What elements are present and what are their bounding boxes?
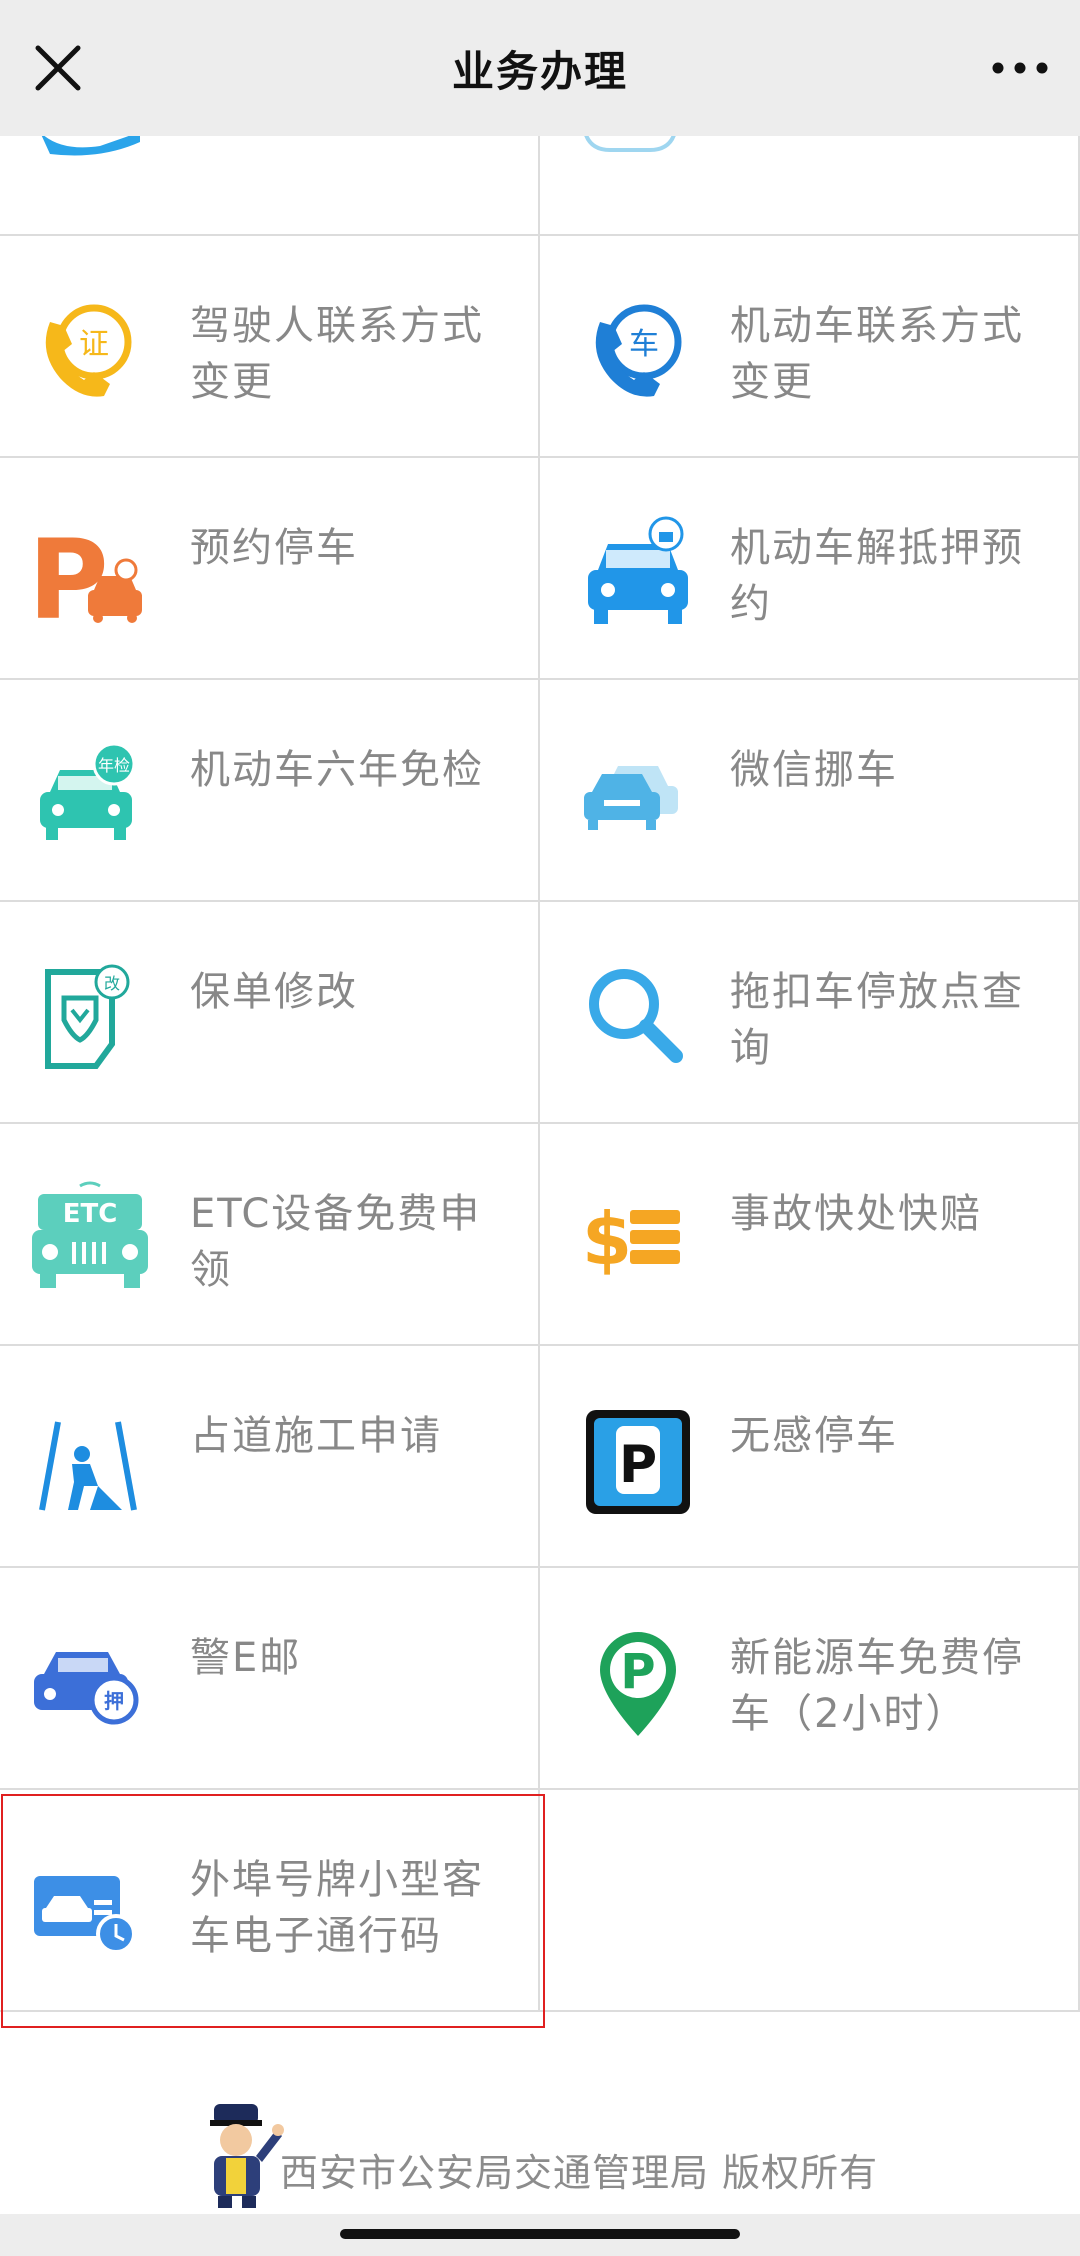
grid-item-label: 警E邮 bbox=[190, 1635, 302, 1681]
grid-item-label: 机动车六年免检 bbox=[190, 747, 484, 793]
dollar-icon: $ bbox=[582, 1197, 680, 1281]
grid-item-label: 占道施工申请 bbox=[190, 1413, 442, 1459]
grid-item-wechat-move-car[interactable]: 微信挪车 bbox=[540, 680, 1080, 902]
grid-item-label: 驾驶人联系方式变更 bbox=[190, 303, 484, 405]
car-outline-icon bbox=[584, 136, 676, 152]
grid-cell-empty bbox=[540, 1790, 1080, 2012]
grid-cell-partial-right[interactable] bbox=[540, 136, 1080, 236]
grid-item-police-mail[interactable]: 押 警E邮 bbox=[0, 1568, 540, 1790]
car-mortgage-icon: 押 bbox=[34, 1652, 139, 1725]
grid-item-label: 事故快处快赔 bbox=[730, 1191, 982, 1237]
grid-item-etc-apply[interactable]: ETC ETC设备免费申领 bbox=[0, 1124, 540, 1346]
phone-car-icon: 车 bbox=[595, 304, 682, 397]
grid-item-nonlocal-pass-code[interactable]: 外埠号牌小型客车电子通行码 bbox=[0, 1790, 540, 2012]
grid-item-tow-lot-query[interactable]: 拖扣车停放点查询 bbox=[540, 902, 1080, 1124]
grid-item-vehicle-contact[interactable]: 车 机动车联系方式变更 bbox=[540, 236, 1080, 458]
etc-car-icon: ETC bbox=[32, 1181, 148, 1288]
car-inspection-icon: 年检 bbox=[40, 742, 136, 840]
grid-item-driver-contact[interactable]: 证 驾驶人联系方式变更 bbox=[0, 236, 540, 458]
search-icon bbox=[589, 969, 683, 1063]
grid-item-label: 无感停车 bbox=[730, 1413, 898, 1459]
grid-cell-partial-left[interactable] bbox=[0, 136, 540, 236]
road-work-icon bbox=[39, 1421, 137, 1511]
more-icon[interactable] bbox=[988, 40, 1052, 96]
grid-item-road-work[interactable]: 占道施工申请 bbox=[0, 1346, 540, 1568]
grid-item-label: 拖扣车停放点查询 bbox=[730, 969, 1024, 1071]
grid-item-reserve-parking[interactable]: P 预约停车 bbox=[0, 458, 540, 680]
grid-item-nev-free-parking[interactable]: P 新能源车免费停车（2小时） bbox=[540, 1568, 1080, 1790]
pass-card-icon bbox=[34, 1876, 136, 1954]
svg-text:改: 改 bbox=[104, 974, 120, 993]
policy-edit-icon: 改 bbox=[45, 964, 130, 1069]
grid-item-quick-claim[interactable]: $ 事故快处快赔 bbox=[540, 1124, 1080, 1346]
grid-item-label: ETC设备免费申领 bbox=[190, 1191, 482, 1293]
grid-item-label: 新能源车免费停车（2小时） bbox=[730, 1635, 1024, 1737]
svg-text:证: 证 bbox=[79, 327, 109, 362]
svg-text:ETC: ETC bbox=[63, 1199, 118, 1229]
grid-item-label: 预约停车 bbox=[190, 525, 358, 571]
grid-item-label: 机动车联系方式变更 bbox=[730, 303, 1024, 405]
parking-reserve-icon: P bbox=[28, 516, 142, 634]
grid-item-vehicle-unmortgage[interactable]: 机动车解抵押预约 bbox=[540, 458, 1080, 680]
grid-item-policy-edit[interactable]: 改 保单修改 bbox=[0, 902, 540, 1124]
close-icon[interactable] bbox=[30, 40, 86, 96]
svg-text:P: P bbox=[620, 1644, 655, 1700]
parking-sign-icon: P bbox=[586, 1410, 690, 1514]
card-icon bbox=[41, 136, 140, 156]
nav-bar: 业务办理 bbox=[0, 0, 1080, 136]
grid-item-label: 保单修改 bbox=[190, 969, 358, 1015]
grid-item-label: 机动车解抵押预约 bbox=[730, 525, 1024, 627]
footer: 西安市公安局交通管理局 版权所有 bbox=[0, 2030, 1080, 2220]
svg-text:车: 车 bbox=[629, 327, 659, 362]
svg-text:年检: 年检 bbox=[98, 756, 130, 775]
page-title: 业务办理 bbox=[451, 46, 628, 96]
service-grid: 证 驾驶人联系方式变更 车 机动车联系方式变更 P 预约停车 机动车解抵押预约 … bbox=[0, 136, 1080, 2022]
ev-parking-pin-icon: P bbox=[600, 1632, 676, 1736]
grid-item-label: 微信挪车 bbox=[730, 747, 898, 793]
home-indicator[interactable] bbox=[340, 2229, 740, 2239]
grid-item-senseless-parking[interactable]: P 无感停车 bbox=[540, 1346, 1080, 1568]
police-mascot-icon bbox=[210, 2104, 284, 2208]
move-car-icon bbox=[584, 766, 678, 830]
phone-license-icon: 证 bbox=[45, 304, 132, 397]
svg-text:押: 押 bbox=[104, 1689, 124, 1713]
svg-text:$: $ bbox=[582, 1197, 632, 1281]
svg-text:P: P bbox=[619, 1435, 657, 1495]
grid-item-six-year-exempt[interactable]: 年检 机动车六年免检 bbox=[0, 680, 540, 902]
copyright-text: 西安市公安局交通管理局 版权所有 bbox=[280, 2151, 879, 2195]
grid-item-label: 外埠号牌小型客车电子通行码 bbox=[190, 1857, 484, 1959]
car-unlock-icon bbox=[588, 516, 688, 624]
